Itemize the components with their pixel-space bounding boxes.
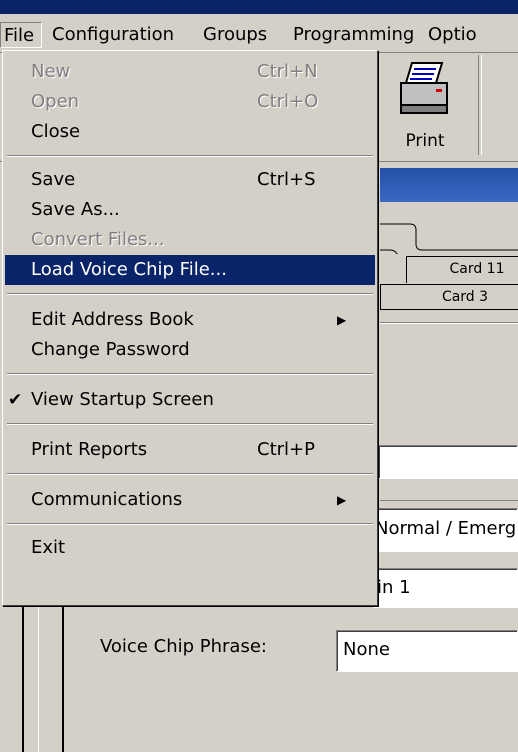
menu-item-new-shortcut: Ctrl+N — [257, 61, 318, 82]
panel-header — [380, 168, 518, 202]
menu-item-save-label: Save — [31, 169, 76, 190]
menu-item-save-as[interactable]: Save As... — [3, 195, 375, 225]
arrow-right-icon: ▶ — [337, 313, 347, 327]
voice-chip-select[interactable]: None — [336, 630, 518, 672]
title-bar — [0, 0, 518, 14]
tab-card-11[interactable]: Card 11 — [406, 256, 518, 283]
menu-item-change-password-label: Change Password — [31, 339, 190, 360]
menu-programming[interactable]: Programming — [293, 22, 414, 48]
menu-options[interactable]: Optio — [428, 22, 477, 48]
menu-separator — [7, 523, 373, 525]
menu-item-change-password[interactable]: Change Password — [3, 335, 375, 365]
frame-line — [22, 600, 24, 752]
tab-card-3-label: Card 3 — [441, 289, 489, 305]
card-tabs: Card 11 Card 3 — [380, 204, 518, 314]
menu-item-print-reports-label: Print Reports — [31, 439, 148, 460]
print-button[interactable]: Print — [384, 55, 466, 155]
menu-item-exit-label: Exit — [31, 537, 66, 558]
tab-outline — [380, 223, 518, 254]
menu-item-save-shortcut: Ctrl+S — [257, 169, 316, 190]
chain-field[interactable]: in 1 — [372, 568, 518, 608]
menu-item-load-voice-chip-label: Load Voice Chip File... — [31, 259, 227, 280]
menu-item-load-voice-chip[interactable]: Load Voice Chip File... — [5, 255, 375, 285]
menu-item-open-label: Open — [31, 91, 80, 112]
tab-card-11-label: Card 11 — [449, 261, 505, 277]
menu-bar: File Configuration Groups Programming Op… — [0, 14, 518, 53]
menu-file[interactable]: File — [0, 22, 42, 48]
menu-item-save-as-label: Save As... — [31, 199, 120, 220]
tab-card-3[interactable]: Card 3 — [380, 284, 518, 310]
menu-item-print-reports[interactable]: Print Reports Ctrl+P — [3, 435, 375, 465]
printer-icon — [400, 62, 448, 114]
checkmark-icon: ✔ — [8, 390, 23, 410]
mode-field[interactable]: Normal / Emerg — [372, 508, 518, 552]
menu-item-edit-address-book[interactable]: Edit Address Book ▶ — [3, 305, 375, 335]
file-menu-dropdown: New Ctrl+N Open Ctrl+O Close Save Ctrl+S… — [2, 50, 378, 606]
menu-item-view-startup-label: View Startup Screen — [31, 389, 214, 410]
menu-item-print-reports-shortcut: Ctrl+P — [257, 439, 315, 460]
menu-item-open-shortcut: Ctrl+O — [257, 91, 319, 112]
divider — [380, 323, 518, 324]
divider — [380, 500, 518, 501]
menu-item-view-startup[interactable]: ✔ View Startup Screen — [3, 385, 375, 415]
menu-item-convert-files-label: Convert Files... — [31, 229, 165, 250]
menu-item-convert-files[interactable]: Convert Files... — [3, 225, 375, 255]
menu-item-communications-label: Communications — [31, 489, 183, 510]
menu-separator — [7, 155, 373, 157]
menu-item-communications[interactable]: Communications ▶ — [3, 485, 375, 515]
voice-chip-label: Voice Chip Phrase: — [100, 636, 267, 657]
arrow-right-icon: ▶ — [337, 493, 347, 507]
menu-item-close[interactable]: Close — [3, 117, 375, 147]
menu-separator — [7, 423, 373, 425]
print-label: Print — [405, 131, 445, 151]
menu-item-edit-address-book-label: Edit Address Book — [31, 309, 194, 330]
menu-item-open[interactable]: Open Ctrl+O — [3, 87, 375, 117]
menu-groups[interactable]: Groups — [203, 22, 267, 48]
frame-line — [62, 600, 64, 752]
toolbar-separator — [478, 55, 482, 155]
menu-separator — [7, 373, 373, 375]
menu-configuration[interactable]: Configuration — [52, 22, 174, 48]
menu-separator — [7, 293, 373, 295]
menu-item-new-label: New — [31, 61, 71, 82]
frame-line — [38, 600, 39, 752]
menu-item-save[interactable]: Save Ctrl+S — [3, 165, 375, 195]
menu-separator — [7, 473, 373, 475]
blank-field[interactable] — [378, 445, 518, 479]
menu-item-close-label: Close — [31, 121, 81, 142]
menu-item-exit[interactable]: Exit — [3, 533, 375, 563]
menu-item-new[interactable]: New Ctrl+N — [3, 57, 375, 87]
